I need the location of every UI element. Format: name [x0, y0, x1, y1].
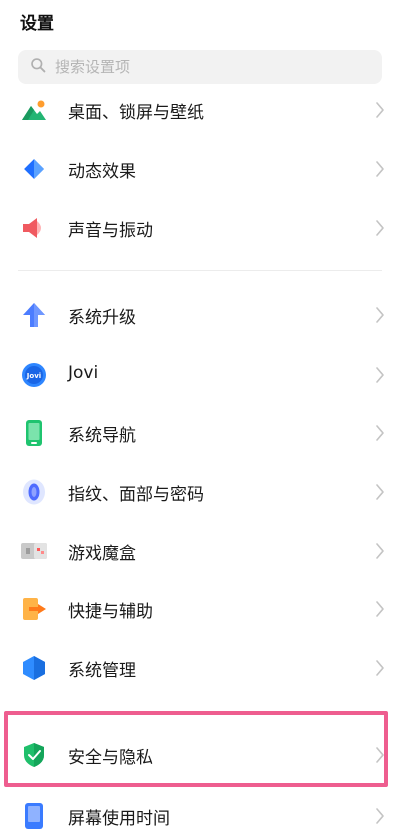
- settings-item-label: Jovi: [68, 363, 99, 383]
- settings-item-fingerprint[interactable]: 指纹、面部与密码: [0, 472, 400, 512]
- wallpaper-icon: [20, 97, 48, 123]
- system-navigation-icon: [20, 420, 48, 446]
- shortcuts-accessibility-icon: [20, 596, 48, 622]
- settings-item-label: 动态效果: [68, 162, 136, 182]
- chevron-right-icon: [374, 159, 386, 179]
- chevron-right-icon: [374, 541, 386, 561]
- chevron-right-icon: [374, 100, 386, 120]
- settings-item-system-management[interactable]: 系统管理: [0, 648, 400, 688]
- settings-item-label: 游戏魔盒: [68, 544, 136, 564]
- settings-item-screen-time[interactable]: 屏幕使用时间: [0, 796, 400, 836]
- settings-item-label: 快捷与辅助: [68, 602, 153, 622]
- settings-item-label: 系统管理: [68, 661, 136, 681]
- settings-item-label: 屏幕使用时间: [68, 809, 170, 829]
- chevron-right-icon: [374, 365, 386, 385]
- system-update-icon: [20, 302, 48, 328]
- settings-item-system-navigation[interactable]: 系统导航: [0, 413, 400, 453]
- chevron-right-icon: [374, 423, 386, 443]
- search-icon: [30, 57, 47, 78]
- chevron-right-icon: [374, 658, 386, 678]
- settings-item-system-update[interactable]: 系统升级: [0, 295, 400, 335]
- game-box-icon: [20, 538, 48, 564]
- settings-item-label: 桌面、锁屏与壁纸: [68, 103, 204, 123]
- dynamic-effects-icon: [20, 156, 48, 182]
- settings-item-label: 安全与隐私: [68, 748, 153, 768]
- chevron-right-icon: [374, 599, 386, 619]
- settings-item-label: 系统导航: [68, 426, 136, 446]
- svg-text:Jovi: Jovi: [26, 372, 41, 380]
- search-bar[interactable]: [18, 50, 382, 84]
- fingerprint-icon: [20, 479, 48, 505]
- settings-item-jovi[interactable]: Jovi Jovi: [0, 355, 400, 395]
- sound-vibration-icon: [20, 215, 48, 241]
- chevron-right-icon: [374, 305, 386, 325]
- settings-item-game-box[interactable]: 游戏魔盒: [0, 531, 400, 571]
- settings-item-label: 声音与振动: [68, 221, 153, 241]
- chevron-right-icon: [374, 482, 386, 502]
- security-privacy-icon: [20, 742, 48, 768]
- system-management-icon: [20, 655, 48, 681]
- settings-item-dynamic-effects[interactable]: 动态效果: [0, 149, 400, 189]
- settings-item-security-privacy[interactable]: 安全与隐私: [0, 735, 400, 775]
- screen-time-icon: [20, 803, 48, 829]
- jovi-icon: Jovi: [20, 362, 48, 388]
- section-divider: [18, 270, 382, 271]
- settings-item-label: 系统升级: [68, 308, 136, 328]
- settings-item-wallpaper[interactable]: 桌面、锁屏与壁纸: [0, 90, 400, 130]
- settings-item-sound-vibration[interactable]: 声音与振动: [0, 208, 400, 248]
- chevron-right-icon: [374, 745, 386, 765]
- settings-item-shortcuts-accessibility[interactable]: 快捷与辅助: [0, 589, 400, 629]
- chevron-right-icon: [374, 806, 386, 826]
- chevron-right-icon: [374, 218, 386, 238]
- settings-item-label: 指纹、面部与密码: [68, 485, 204, 505]
- search-input[interactable]: [55, 58, 355, 76]
- page-title: 设置: [20, 14, 54, 34]
